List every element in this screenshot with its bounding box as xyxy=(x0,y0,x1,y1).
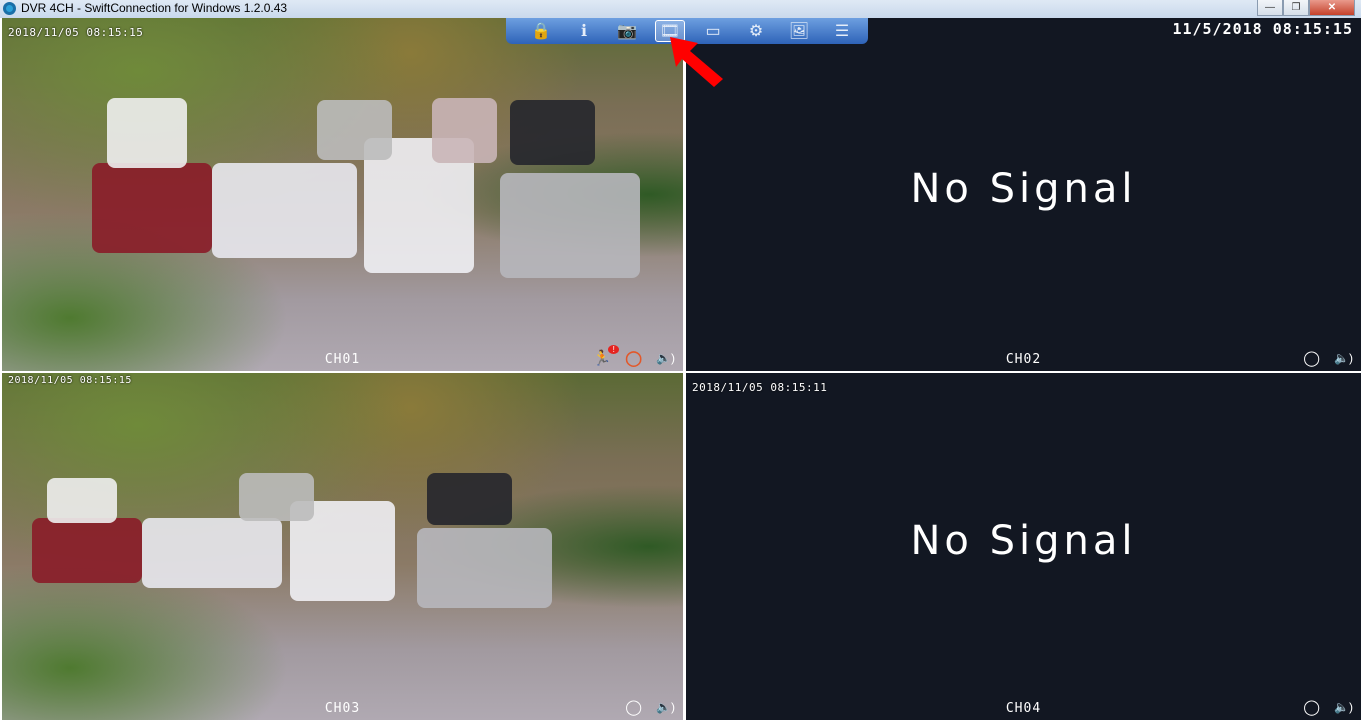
red-arrow-icon xyxy=(670,37,723,87)
channel-2-view[interactable]: 11/5/2018 08:15:15 No Signal CH02 ◯ 🔈) xyxy=(686,18,1361,371)
maximize-button[interactable]: ❐ xyxy=(1283,0,1309,16)
camera-feed xyxy=(2,18,683,371)
timestamp: 2018/11/05 08:15:15 xyxy=(8,26,144,39)
snapshot-button[interactable]: 📷 xyxy=(612,20,642,42)
motion-alert-icon: 🏃! xyxy=(593,345,620,367)
app-icon xyxy=(3,2,16,15)
close-button[interactable]: ✕ xyxy=(1309,0,1355,16)
chat-icon[interactable]: ◯ xyxy=(1303,349,1320,367)
audio-icon[interactable]: 🔈) xyxy=(1334,351,1353,365)
clock: 11/5/2018 08:15:15 xyxy=(1172,20,1353,38)
no-signal-message: No Signal xyxy=(910,166,1137,212)
no-signal-message: No Signal xyxy=(910,518,1137,564)
minimize-button[interactable]: — xyxy=(1257,0,1283,16)
chat-icon[interactable]: ◯ xyxy=(625,349,642,367)
channel-1-view[interactable]: 2018/11/05 08:15:15 CH01 🏃! ◯ 🔈) xyxy=(2,18,683,371)
channel-label: CH04 xyxy=(1005,701,1042,716)
chat-icon[interactable]: ◯ xyxy=(625,698,642,716)
window-title: DVR 4CH - SwiftConnection for Windows 1.… xyxy=(21,1,288,15)
camera-feed xyxy=(2,373,683,720)
channel-label: CH03 xyxy=(324,701,361,716)
info-button[interactable]: ℹ xyxy=(569,20,599,42)
audio-icon[interactable]: 🔈) xyxy=(656,351,675,365)
image-button[interactable]: 🖼 xyxy=(784,20,814,42)
lock-button[interactable]: 🔒 xyxy=(526,20,556,42)
channel-3-view[interactable]: 2018/11/05 08:15:15 CH03 ◯ 🔈) xyxy=(2,373,683,720)
log-button[interactable]: ☰ xyxy=(827,20,857,42)
timestamp: 2018/11/05 08:15:15 xyxy=(8,375,132,386)
channel-label: CH02 xyxy=(1005,352,1042,367)
chat-icon[interactable]: ◯ xyxy=(1303,698,1320,716)
audio-icon[interactable]: 🔈) xyxy=(656,700,675,714)
timestamp: 2018/11/05 08:15:11 xyxy=(692,381,828,394)
audio-icon[interactable]: 🔈) xyxy=(1334,700,1353,714)
channel-4-view[interactable]: 2018/11/05 08:15:11 No Signal CH04 ◯ 🔈) xyxy=(686,373,1361,720)
video-grid: 2018/11/05 08:15:15 CH01 🏃! ◯ 🔈) 11/5/20… xyxy=(0,18,1361,720)
settings-button[interactable]: ⚙ xyxy=(741,20,771,42)
title-bar: DVR 4CH - SwiftConnection for Windows 1.… xyxy=(0,0,1361,18)
channel-label: CH01 xyxy=(324,352,361,367)
